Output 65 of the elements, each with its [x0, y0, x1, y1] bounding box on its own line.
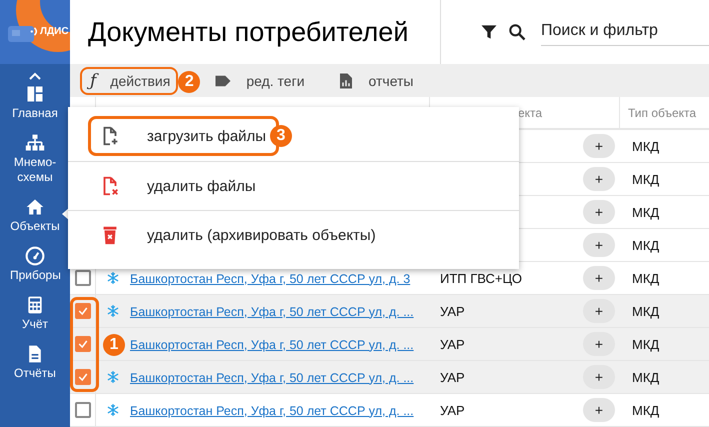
toolbar-button[interactable]: отчеты — [326, 68, 422, 94]
table-row[interactable]: Башкортостан Респ, Уфа г, 50 лет СССР ул, д. ... УАР + МКД — [70, 361, 709, 394]
table-cell: МКД — [632, 204, 660, 220]
table-cell: МКД — [632, 304, 660, 318]
address-link[interactable]: Башкортостан Респ, Уфа г, 50 лет СССР ул, д. ... — [130, 370, 414, 384]
snowflake-icon — [106, 403, 120, 417]
table-cell: МКД — [632, 270, 660, 286]
dashboard-icon — [25, 84, 45, 104]
sidebar-item[interactable]: Приборы — [0, 242, 70, 291]
add-button[interactable]: + — [583, 200, 615, 224]
snowflake-icon — [106, 304, 120, 318]
table-cell: МКД — [632, 370, 660, 384]
signal-icon — [30, 26, 39, 37]
add-button[interactable]: + — [583, 233, 615, 257]
table-cell: УАР — [440, 370, 465, 384]
table-cell: УАР — [440, 336, 465, 352]
callout-badge: 3 — [270, 125, 292, 147]
table-cell: ИТП ГВС+ЦО — [440, 270, 522, 286]
add-button[interactable]: + — [583, 266, 615, 290]
add-button[interactable]: + — [583, 398, 615, 422]
sidebar-item[interactable]: Главная — [0, 80, 70, 129]
hierarchy-icon — [25, 133, 45, 153]
table-cell: МКД — [632, 336, 660, 352]
toolbar-button[interactable]: ред. теги — [204, 68, 313, 94]
address-link[interactable]: Башкортостан Респ, Уфа г, 50 лет СССР ул, д. 3 — [130, 272, 410, 286]
checkmark-icon — [76, 305, 88, 317]
table-cell: УАР — [440, 304, 465, 318]
search-icon[interactable] — [507, 22, 527, 42]
table-cell: МКД — [632, 402, 660, 418]
table-cell: МКД — [632, 172, 660, 186]
address-link[interactable]: Башкортостан Респ, Уфа г, 50 лет СССР ул, д. ... — [130, 304, 414, 318]
collapse-icon[interactable] — [29, 72, 41, 80]
menu-item[interactable]: удалить файлы — [88, 166, 269, 206]
sidebar-item[interactable]: Учёт — [0, 291, 70, 340]
table-cell: МКД — [632, 138, 660, 154]
address-link[interactable]: Башкортостан Респ, Уфа г, 50 лет СССР ул, д. ... — [130, 338, 414, 352]
column-header: Тип объекта — [627, 104, 698, 122]
sidebar-item[interactable]: Отчёты — [0, 340, 70, 389]
add-button[interactable]: + — [583, 365, 615, 389]
logo-text: ЛДИС — [40, 26, 69, 37]
table-row[interactable]: Башкортостан Респ, Уфа г, 50 лет СССР ул, д. ... УАР + МКД — [70, 295, 709, 328]
callout-badge: 2 — [178, 70, 200, 92]
add-button[interactable]: + — [583, 134, 615, 158]
table-cell: УАР — [440, 402, 465, 418]
checkbox[interactable] — [74, 402, 90, 418]
checkbox[interactable] — [74, 303, 90, 319]
menu-item[interactable]: удалить (архивировать объекты) — [88, 215, 389, 255]
address-link[interactable]: Башкортостан Респ, Уфа г, 50 лет СССР ул, д. ... — [130, 404, 414, 418]
snowflake-icon — [106, 370, 120, 384]
checkmark-icon — [76, 371, 88, 383]
checkbox[interactable] — [74, 270, 90, 286]
sidebar-item[interactable]: Мнемо-схемы — [0, 129, 70, 193]
snowflake-icon — [106, 271, 120, 285]
checkmark-icon — [76, 338, 88, 350]
table-cell: МКД — [632, 238, 660, 252]
gauge-icon — [25, 246, 45, 266]
toolbar-button[interactable]: ƒ действия — [80, 66, 178, 94]
add-button[interactable]: + — [583, 299, 615, 323]
checkbox[interactable] — [74, 369, 90, 385]
add-button[interactable]: + — [583, 167, 615, 191]
table-row[interactable]: Башкортостан Респ, Уфа г, 50 лет СССР ул, д. ... УАР + МКД — [70, 394, 709, 427]
add-button[interactable]: + — [583, 332, 615, 356]
home-icon — [25, 197, 45, 217]
logo-background — [0, 0, 70, 64]
checkbox[interactable] — [74, 336, 90, 352]
